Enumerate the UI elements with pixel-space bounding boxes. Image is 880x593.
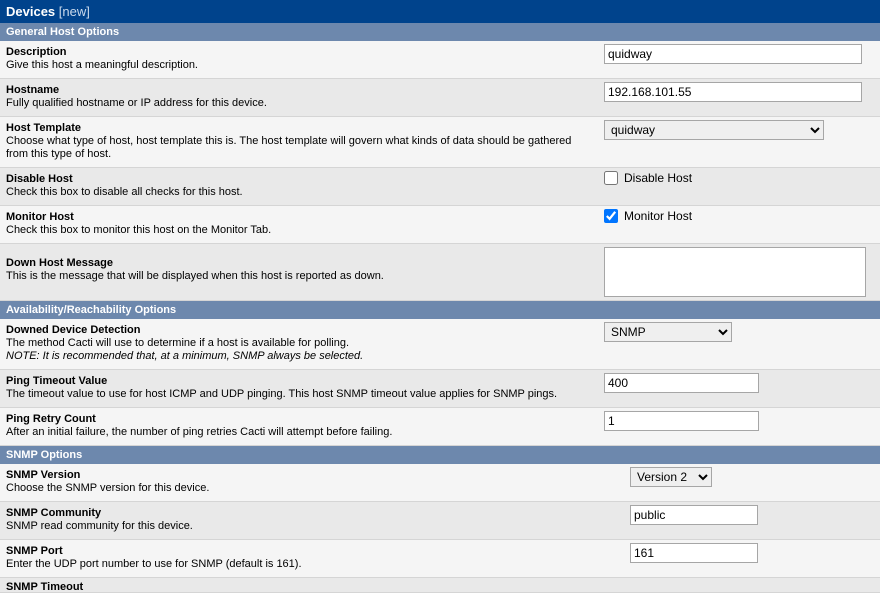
- row-snmp-version: SNMP Version Choose the SNMP version for…: [0, 464, 880, 502]
- row-description: Description Give this host a meaningful …: [0, 41, 880, 79]
- row-ping-retry: Ping Retry Count After an initial failur…: [0, 408, 880, 446]
- row-ping-timeout: Ping Timeout Value The timeout value to …: [0, 370, 880, 408]
- down-msg-textarea[interactable]: [604, 247, 866, 297]
- monitor-host-desc: Check this box to monitor this host on t…: [6, 224, 592, 237]
- row-host-template: Host Template Choose what type of host, …: [0, 117, 880, 168]
- disable-host-cblabel: Disable Host: [624, 171, 692, 185]
- row-disable-host: Disable Host Check this box to disable a…: [0, 168, 880, 206]
- host-template-label: Host Template: [6, 121, 592, 135]
- snmp-community-desc: SNMP read community for this device.: [6, 520, 618, 533]
- downed-detect-note: NOTE: It is recommended that, at a minim…: [6, 350, 363, 362]
- row-snmp-port: SNMP Port Enter the UDP port number to u…: [0, 540, 880, 578]
- hostname-input[interactable]: [604, 82, 862, 102]
- monitor-host-cblabel: Monitor Host: [624, 209, 692, 223]
- row-down-msg: Down Host Message This is the message th…: [0, 244, 880, 301]
- snmp-community-input[interactable]: [630, 505, 758, 525]
- snmp-community-label: SNMP Community: [6, 506, 618, 520]
- row-downed-detect: Downed Device Detection The method Cacti…: [0, 319, 880, 370]
- ping-timeout-desc: The timeout value to use for host ICMP a…: [6, 388, 592, 401]
- description-desc: Give this host a meaningful description.: [6, 59, 592, 72]
- row-monitor-host: Monitor Host Check this box to monitor t…: [0, 206, 880, 244]
- downed-detect-desc: The method Cacti will use to determine i…: [6, 337, 592, 350]
- snmp-version-desc: Choose the SNMP version for this device.: [6, 482, 618, 495]
- monitor-host-checkbox[interactable]: [604, 209, 618, 223]
- disable-host-desc: Check this box to disable all checks for…: [6, 186, 592, 199]
- row-snmp-timeout: SNMP Timeout: [0, 578, 880, 593]
- ping-timeout-input[interactable]: [604, 373, 759, 393]
- down-msg-desc: This is the message that will be display…: [6, 270, 592, 283]
- ping-retry-input[interactable]: [604, 411, 759, 431]
- section-general: General Host Options: [0, 23, 880, 41]
- downed-detect-label: Downed Device Detection: [6, 323, 592, 337]
- page-header: Devices [new]: [0, 0, 880, 23]
- page-title: Devices: [6, 4, 55, 19]
- row-snmp-community: SNMP Community SNMP read community for t…: [0, 502, 880, 540]
- ping-timeout-label: Ping Timeout Value: [6, 374, 592, 388]
- snmp-port-input[interactable]: [630, 543, 758, 563]
- snmp-port-desc: Enter the UDP port number to use for SNM…: [6, 558, 618, 571]
- snmp-port-label: SNMP Port: [6, 544, 618, 558]
- snmp-version-label: SNMP Version: [6, 468, 618, 482]
- ping-retry-label: Ping Retry Count: [6, 412, 592, 426]
- ping-retry-desc: After an initial failure, the number of …: [6, 426, 592, 439]
- description-input[interactable]: [604, 44, 862, 64]
- monitor-host-label: Monitor Host: [6, 210, 592, 224]
- hostname-label: Hostname: [6, 83, 592, 97]
- host-template-select[interactable]: quidway: [604, 120, 824, 140]
- hostname-desc: Fully qualified hostname or IP address f…: [6, 97, 592, 110]
- disable-host-checkbox[interactable]: [604, 171, 618, 185]
- row-hostname: Hostname Fully qualified hostname or IP …: [0, 79, 880, 117]
- snmp-timeout-label: SNMP Timeout: [6, 580, 618, 593]
- section-availability: Availability/Reachability Options: [0, 301, 880, 319]
- page-title-sub: [new]: [59, 4, 90, 19]
- section-snmp: SNMP Options: [0, 446, 880, 464]
- down-msg-label: Down Host Message: [6, 256, 592, 270]
- disable-host-label: Disable Host: [6, 172, 592, 186]
- host-template-desc: Choose what type of host, host template …: [6, 135, 592, 161]
- description-label: Description: [6, 45, 592, 59]
- downed-detect-select[interactable]: SNMP: [604, 322, 732, 342]
- snmp-version-select[interactable]: Version 2: [630, 467, 712, 487]
